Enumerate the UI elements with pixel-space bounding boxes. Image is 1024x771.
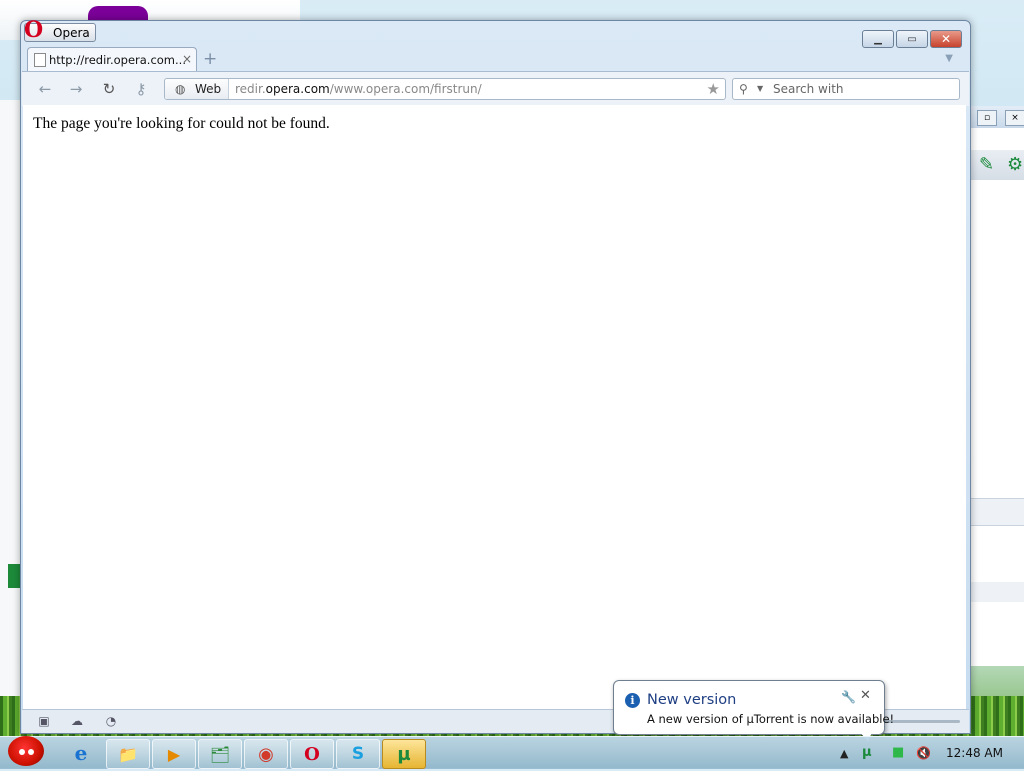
background-window-splitter xyxy=(969,498,1024,526)
reload-icon[interactable]: ↻ xyxy=(98,80,120,98)
search-placeholder: Search with xyxy=(773,82,844,96)
taskbar: e 📁 ▶ 🗂 ◉ O S µ ▲ µ ■ 🔇 12:48 AM xyxy=(0,736,1024,769)
utorrent-edit-icon[interactable]: ✎ xyxy=(979,154,997,175)
url-domain: opera.com xyxy=(265,82,330,96)
notification-close-icon[interactable]: ✕ xyxy=(860,688,871,703)
page-content: The page you're looking for could not be… xyxy=(23,105,966,709)
clock[interactable]: 12:48 AM xyxy=(946,746,1003,760)
address-url[interactable]: redir.opera.com/www.opera.com/firstrun/ xyxy=(235,82,482,96)
window-controls: ▁ ▭ ✕ xyxy=(862,30,962,48)
background-window-header xyxy=(969,582,1024,602)
taskbar-file-manager-icon[interactable]: 🗂 xyxy=(198,739,242,769)
back-arrow-icon[interactable]: ← xyxy=(34,80,56,98)
tray-battery-icon[interactable]: ■ xyxy=(892,745,904,760)
key-icon[interactable]: ⚷ xyxy=(130,80,152,98)
opera-menu-button[interactable]: O Opera xyxy=(24,18,96,42)
background-green-bar xyxy=(8,564,20,588)
tab-redir-opera[interactable]: http://redir.opera.com... × xyxy=(27,47,197,72)
background-close-button[interactable]: × xyxy=(1005,110,1024,126)
close-button[interactable]: ✕ xyxy=(930,30,962,48)
page-not-found-message: The page you're looking for could not be… xyxy=(33,115,330,132)
page-icon xyxy=(34,53,46,67)
tab-bar: http://redir.opera.com... × + ▼ xyxy=(27,47,957,72)
tab-menu-chevron-icon[interactable]: ▼ xyxy=(945,53,953,64)
panel-toggle-icon[interactable]: ▣ xyxy=(36,714,52,728)
background-maximize-button[interactable]: ▫ xyxy=(977,110,997,126)
angry-bird-start-icon xyxy=(8,736,44,766)
utorrent-update-notification[interactable]: i New version A new version of µTorrent … xyxy=(613,680,894,742)
url-path: /www.opera.com/firstrun/ xyxy=(329,82,482,96)
opera-logo-icon: O xyxy=(24,17,44,43)
bird-eye-right xyxy=(28,749,34,755)
background-utorrent-window: ▫ × ✎ ⚙ xyxy=(968,106,1024,666)
bookmark-star-icon[interactable]: ★ xyxy=(707,80,720,98)
tray-volume-muted-icon[interactable]: 🔇 xyxy=(916,746,931,760)
search-field[interactable]: ⚲ ▼ Search with xyxy=(732,78,960,100)
notification-title: New version xyxy=(647,692,737,708)
taskbar-internet-explorer-icon[interactable]: e xyxy=(60,739,102,767)
web-mode-label: Web xyxy=(195,82,222,96)
opera-unite-cloud-icon[interactable]: ☁ xyxy=(69,714,85,728)
globe-icon: ◍ xyxy=(175,82,186,96)
maximize-button[interactable]: ▭ xyxy=(896,30,928,48)
tray-utorrent-icon[interactable]: µ xyxy=(862,745,872,760)
web-mode-badge[interactable]: ◍ Web xyxy=(165,79,229,99)
minimize-button[interactable]: ▁ xyxy=(862,30,894,48)
taskbar-media-player-icon[interactable]: ▶ xyxy=(152,739,196,769)
tab-close-icon[interactable]: × xyxy=(182,52,192,66)
taskbar-windows-explorer-icon[interactable]: 📁 xyxy=(106,739,150,769)
search-engine-dropdown-icon[interactable]: ▼ xyxy=(757,84,763,93)
url-prefix: redir. xyxy=(235,82,266,96)
opera-browser-window: O Opera ▁ ▭ ✕ http://redir.opera.com... … xyxy=(20,18,971,734)
navigation-toolbar: ← → ↻ ⚷ ◍ Web redir.opera.com/www.opera.… xyxy=(22,71,969,106)
address-bar[interactable]: ◍ Web redir.opera.com/www.opera.com/firs… xyxy=(164,78,726,100)
search-icon: ⚲ xyxy=(739,82,748,96)
utorrent-settings-icon[interactable]: ⚙ xyxy=(1007,154,1024,175)
taskbar-chrome-icon[interactable]: ◉ xyxy=(244,739,288,769)
taskbar-skype-icon[interactable]: S xyxy=(336,739,380,769)
taskbar-opera-icon[interactable]: O xyxy=(290,739,334,769)
tab-title: http://redir.opera.com... xyxy=(49,53,186,67)
taskbar-utorrent-icon[interactable]: µ xyxy=(382,739,426,769)
wrench-icon[interactable]: 🔧 xyxy=(841,690,856,704)
forward-arrow-icon[interactable]: → xyxy=(65,80,87,98)
new-tab-button[interactable]: + xyxy=(203,51,217,68)
opera-menu-label: Opera xyxy=(53,26,90,40)
turbo-icon[interactable]: ◔ xyxy=(103,714,119,728)
bird-eye-left xyxy=(19,749,25,755)
notification-message: A new version of µTorrent is now availab… xyxy=(647,712,895,726)
info-icon: i xyxy=(625,693,640,708)
show-hidden-icons-icon[interactable]: ▲ xyxy=(840,747,848,760)
start-button[interactable] xyxy=(2,733,50,771)
